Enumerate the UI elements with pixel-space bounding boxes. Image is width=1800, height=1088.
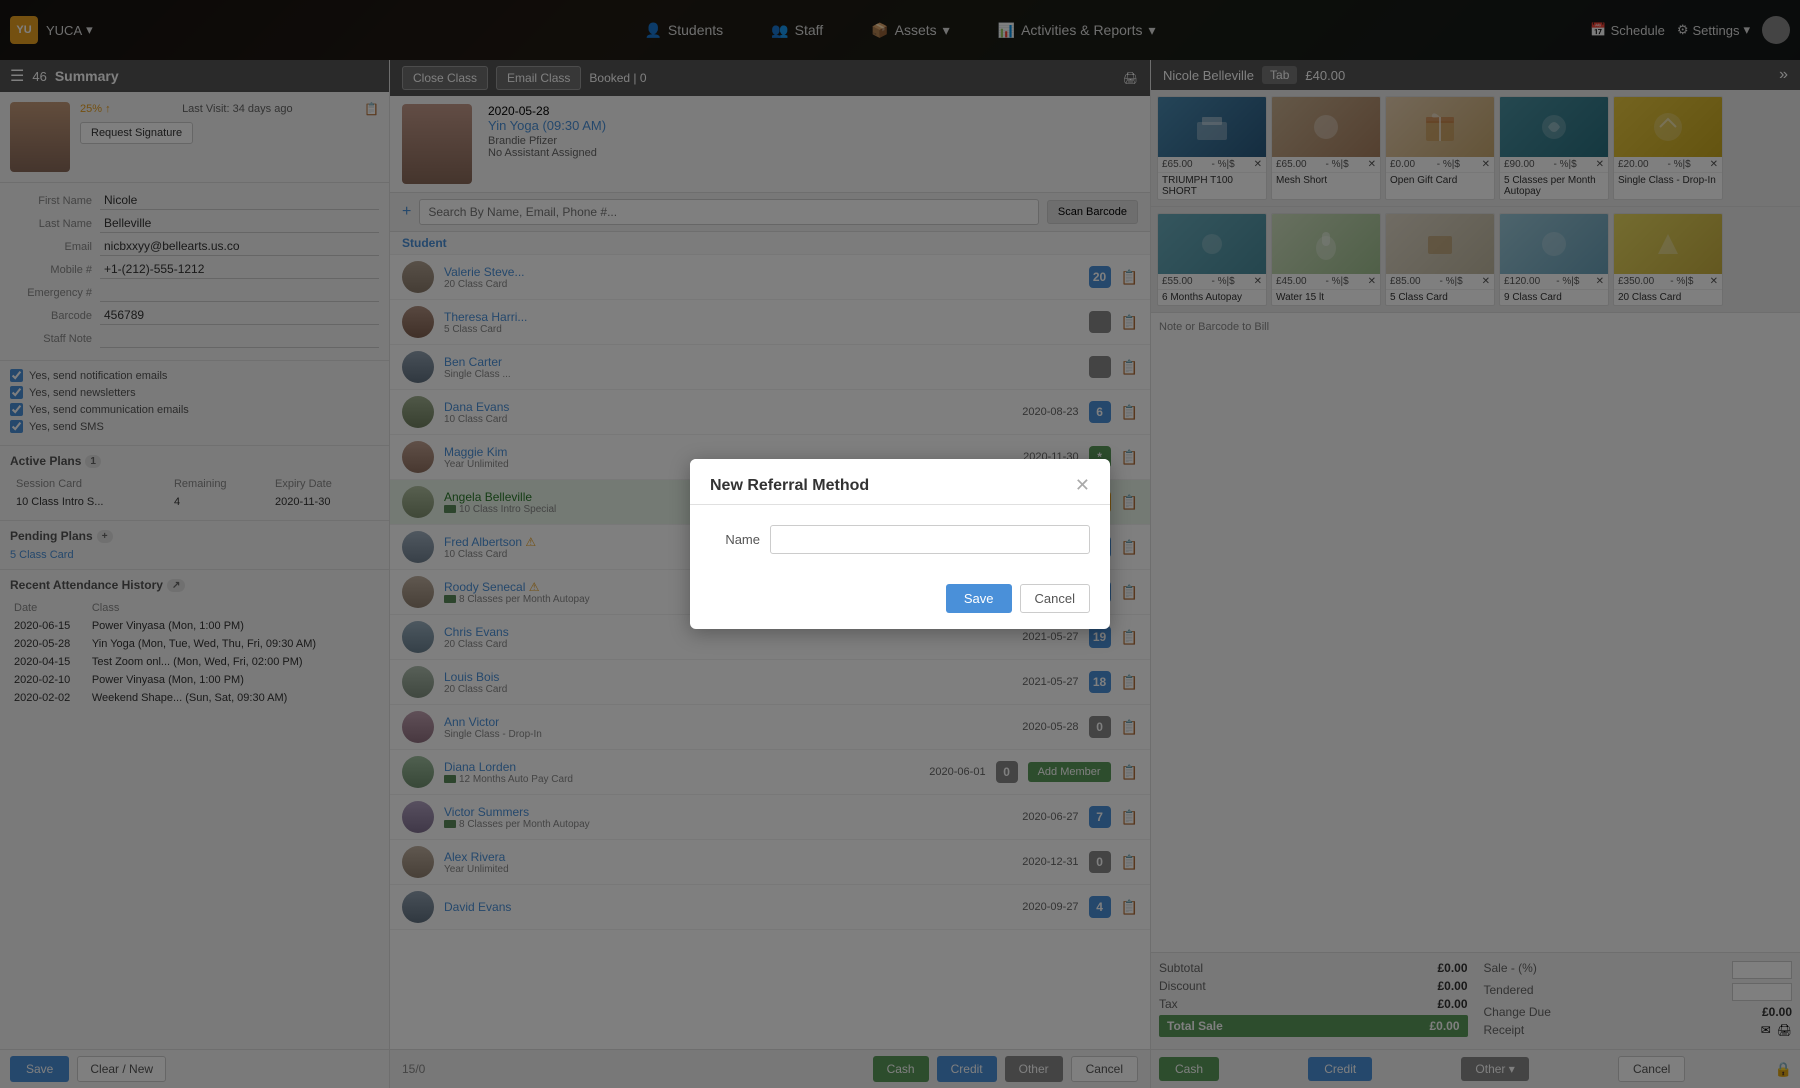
modal-footer: Save Cancel bbox=[690, 574, 1110, 629]
modal-name-row: Name bbox=[710, 525, 1090, 554]
modal-name-input[interactable] bbox=[770, 525, 1090, 554]
modal-save-button[interactable]: Save bbox=[946, 584, 1012, 613]
modal-name-label: Name bbox=[710, 532, 760, 547]
modal-header: New Referral Method ✕ bbox=[690, 459, 1110, 505]
modal-body: Name bbox=[690, 505, 1110, 574]
modal-title: New Referral Method bbox=[710, 477, 869, 495]
modal-cancel-button[interactable]: Cancel bbox=[1020, 584, 1090, 613]
modal-close-button[interactable]: ✕ bbox=[1075, 475, 1090, 496]
modal-box: New Referral Method ✕ Name Save Cancel bbox=[690, 459, 1110, 629]
modal-overlay: New Referral Method ✕ Name Save Cancel bbox=[0, 0, 1800, 1088]
